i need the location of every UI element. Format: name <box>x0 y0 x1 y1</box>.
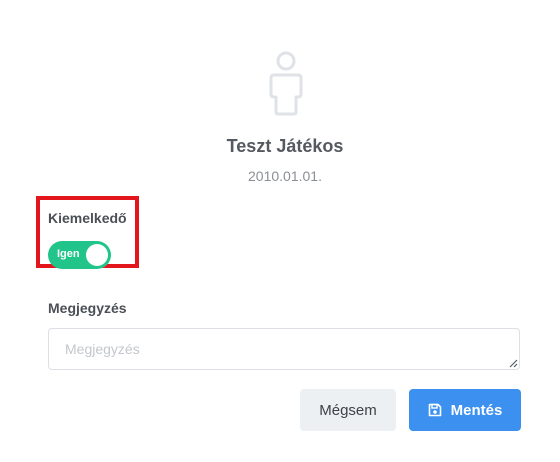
toggle-knob[interactable] <box>86 244 108 266</box>
save-button[interactable]: Mentés <box>409 389 521 431</box>
toggle-state-text: Igen <box>57 248 80 260</box>
player-birth-date: 2010.01.01. <box>248 168 322 184</box>
save-icon <box>428 403 441 417</box>
player-edit-dialog: Teszt Játékos 2010.01.01. Kiemelkedő Ige… <box>0 0 560 462</box>
note-textarea[interactable] <box>48 328 520 370</box>
cancel-button[interactable]: Mégsem <box>300 389 396 431</box>
cancel-button-label: Mégsem <box>319 401 377 419</box>
player-name: Teszt Játékos <box>226 136 344 156</box>
user-outline-icon <box>269 51 303 116</box>
featured-toggle[interactable]: Igen <box>48 241 111 269</box>
featured-label: Kiemelkedő <box>48 210 127 226</box>
resize-handle-icon[interactable] <box>508 358 518 368</box>
note-label: Megjegyzés <box>48 300 127 316</box>
save-button-label: Mentés <box>450 401 503 419</box>
